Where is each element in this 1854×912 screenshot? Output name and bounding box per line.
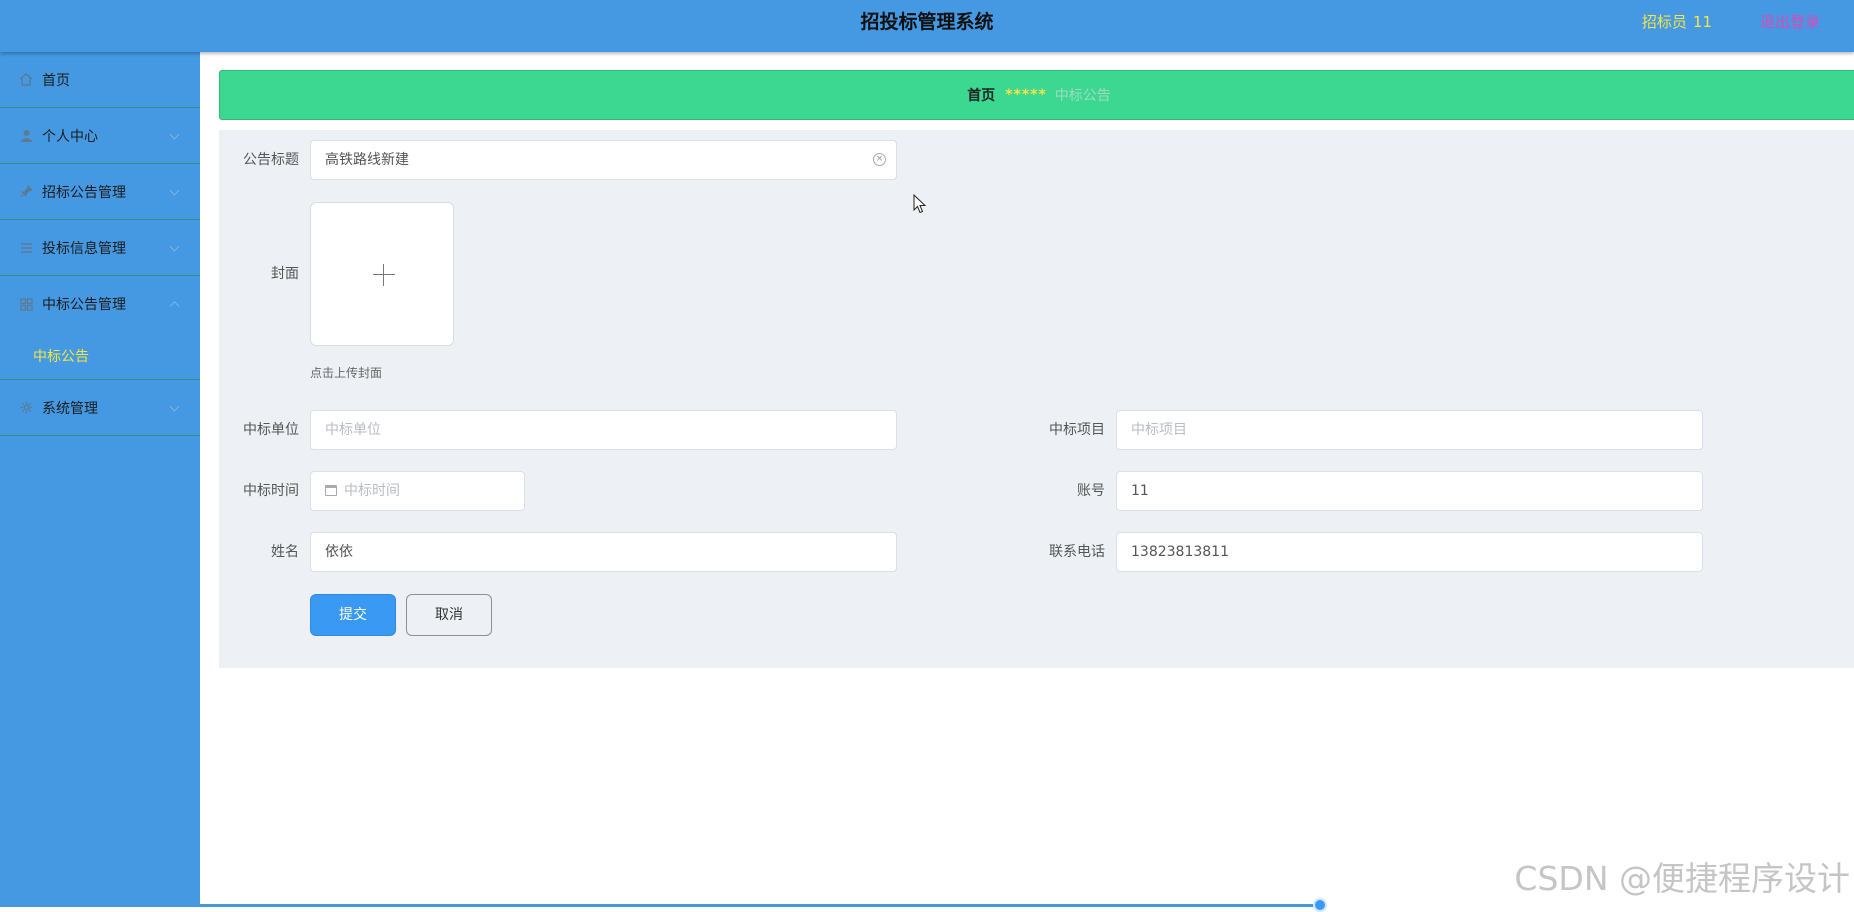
scrollbar-handle[interactable] bbox=[1313, 898, 1327, 912]
sidebar-item-bid-info[interactable]: 投标信息管理 bbox=[0, 220, 200, 276]
breadcrumb-current: 中标公告 bbox=[1054, 88, 1111, 104]
sidebar-item-home[interactable]: 首页 bbox=[0, 52, 200, 108]
breadcrumb: 首页 ***** 中标公告 bbox=[219, 70, 1854, 120]
phone-label: 联系电话 bbox=[1049, 544, 1105, 560]
user-name: 11 bbox=[1692, 13, 1712, 31]
sidebar-subitem-award-notice[interactable]: 中标公告 bbox=[0, 332, 200, 380]
cover-label: 封面 bbox=[271, 266, 299, 282]
sidebar-item-label: 中标公告管理 bbox=[42, 297, 126, 313]
project-input[interactable]: 中标项目 bbox=[1116, 410, 1703, 450]
sidebar-item-label: 投标信息管理 bbox=[42, 240, 126, 257]
title-input-value: 高铁路线新建 bbox=[325, 152, 409, 168]
sidebar-item-label: 个人中心 bbox=[42, 128, 98, 145]
sidebar-item-label: 招标公告管理 bbox=[42, 184, 126, 201]
user-icon bbox=[18, 128, 34, 144]
plus-icon bbox=[373, 274, 395, 275]
sidebar-item-label: 首页 bbox=[42, 72, 70, 89]
sidebar-item-personal-center[interactable]: 个人中心 bbox=[0, 108, 200, 164]
name-label: 姓名 bbox=[271, 544, 299, 560]
sidebar-item-label: 系统管理 bbox=[42, 400, 98, 417]
unit-label: 中标单位 bbox=[243, 422, 299, 438]
top-bar: 招投标管理系统 招标员 11 退出登录 bbox=[0, 0, 1854, 52]
user-info: 招标员 11 bbox=[1642, 0, 1712, 44]
app-title: 招投标管理系统 bbox=[860, 11, 994, 33]
sidebar: 首页 个人中心 招标公告管理 投标信息管理 中标公告管理 中标公告 系统管理 bbox=[0, 52, 200, 907]
breadcrumb-home[interactable]: 首页 bbox=[967, 85, 995, 105]
title-label: 公告标题 bbox=[243, 152, 299, 168]
chevron-down-icon bbox=[169, 185, 180, 196]
logout-link[interactable]: 退出登录 bbox=[1760, 0, 1820, 44]
time-picker[interactable]: 中标时间 bbox=[310, 471, 525, 511]
sidebar-item-system[interactable]: 系统管理 bbox=[0, 380, 200, 436]
title-input[interactable]: 高铁路线新建 × bbox=[310, 140, 897, 180]
chevron-down-icon bbox=[169, 241, 180, 252]
mouse-cursor-icon bbox=[913, 194, 927, 214]
watermark: CSDN @便捷程序设计 bbox=[1514, 859, 1850, 898]
sidebar-item-award-notice[interactable]: 中标公告管理 bbox=[0, 276, 200, 332]
project-label: 中标项目 bbox=[1049, 422, 1105, 438]
home-icon bbox=[18, 72, 34, 88]
plus-icon-vertical bbox=[383, 264, 384, 286]
list-icon bbox=[18, 240, 34, 256]
unit-input[interactable]: 中标单位 bbox=[310, 410, 897, 450]
account-input[interactable]: 11 bbox=[1116, 471, 1703, 511]
time-placeholder: 中标时间 bbox=[344, 483, 400, 499]
chevron-up-icon bbox=[169, 301, 180, 312]
grid-icon bbox=[18, 296, 34, 312]
submit-button[interactable]: 提交 bbox=[310, 594, 396, 636]
cover-upload-button[interactable] bbox=[310, 202, 454, 346]
time-label: 中标时间 bbox=[243, 483, 299, 499]
upload-hint: 点击上传封面 bbox=[310, 366, 383, 380]
sidebar-item-bid-notice[interactable]: 招标公告管理 bbox=[0, 164, 200, 220]
edit-form: 公告标题 高铁路线新建 × 封面 点击上传封面 中标单位 中标单位 中标项目 中… bbox=[219, 130, 1854, 668]
phone-input[interactable]: 13823813811 bbox=[1116, 532, 1703, 572]
breadcrumb-separator: ***** bbox=[1005, 87, 1047, 103]
settings-icon bbox=[18, 400, 34, 416]
pin-icon bbox=[18, 184, 34, 200]
name-input[interactable]: 依依 bbox=[310, 532, 897, 572]
chevron-down-icon bbox=[169, 401, 180, 412]
user-role: 招标员 bbox=[1641, 13, 1687, 31]
chevron-down-icon bbox=[169, 129, 180, 140]
calendar-icon bbox=[325, 485, 337, 496]
clear-icon[interactable]: × bbox=[873, 153, 886, 166]
account-label: 账号 bbox=[1077, 483, 1105, 499]
cancel-button[interactable]: 取消 bbox=[406, 594, 492, 636]
